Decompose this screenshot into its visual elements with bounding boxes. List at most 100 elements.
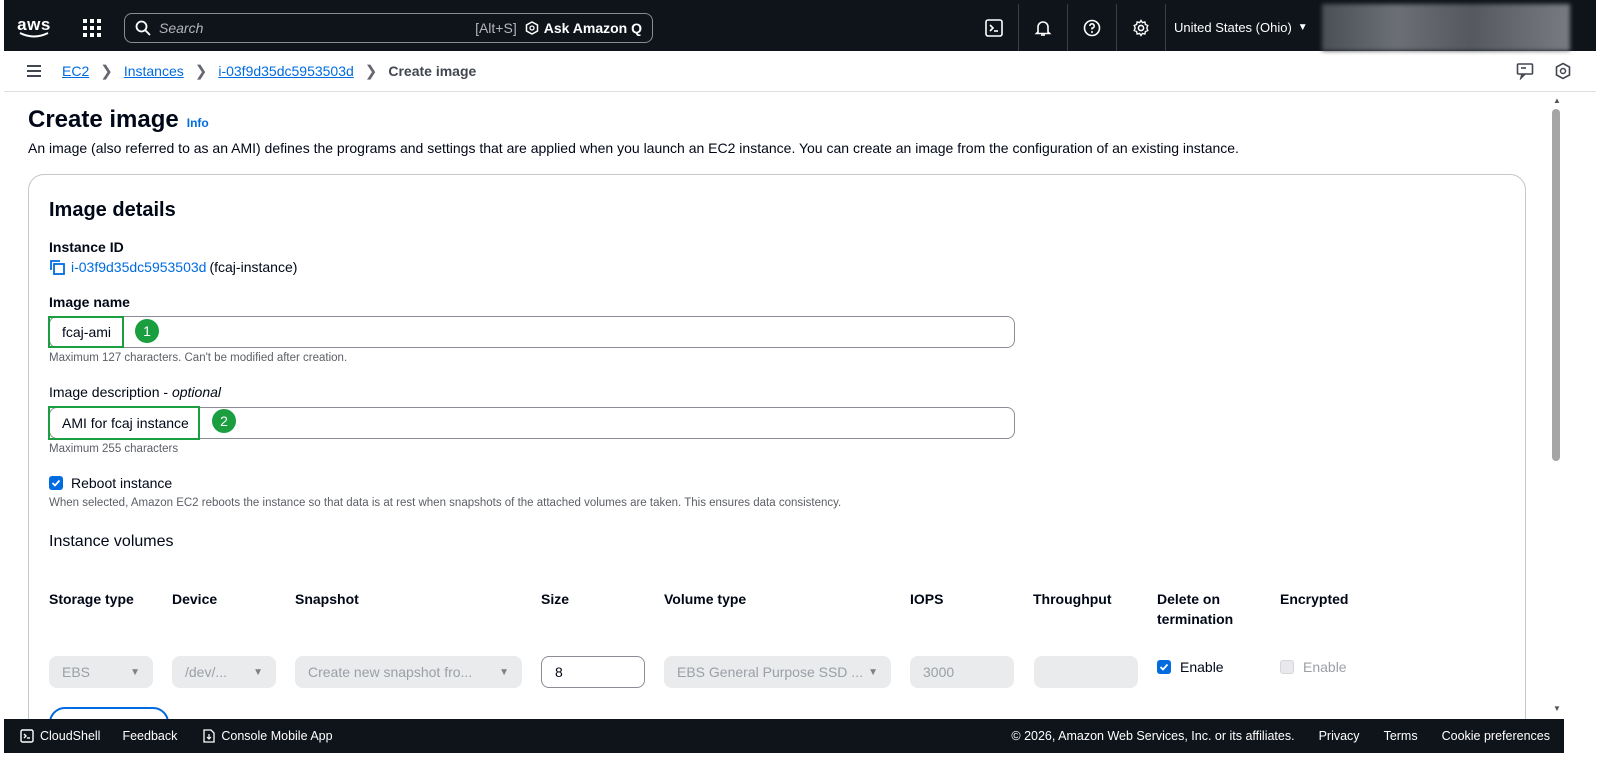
throughput-input[interactable]	[1034, 656, 1138, 688]
image-description-label: Image description - optional	[49, 384, 222, 400]
instance-name: (fcaj-instance)	[209, 259, 298, 275]
ask-amazon-q-label: Ask Amazon Q	[543, 20, 642, 36]
copy-icon[interactable]	[49, 259, 65, 275]
caret-down-icon: ▼	[1297, 22, 1308, 33]
image-description-label-text: Image description	[49, 384, 160, 400]
device-value: /dev/...	[185, 664, 228, 680]
feedback-panel-icon[interactable]	[1516, 62, 1534, 80]
checkbox-checked-icon	[49, 476, 63, 490]
gear-icon[interactable]	[1117, 4, 1166, 51]
chevron-right-icon: ❯	[194, 63, 208, 80]
cookie-preferences-link[interactable]: Cookie preferences	[1442, 729, 1550, 743]
caret-down-icon: ▼	[868, 666, 878, 678]
size-value: 8	[555, 664, 563, 680]
instance-volumes-heading: Instance volumes	[49, 533, 174, 550]
help-icon[interactable]	[1068, 4, 1117, 51]
search-shortcut: [Alt+S]	[475, 20, 517, 36]
snapshot-value: Create new snapshot fro...	[308, 664, 473, 680]
caret-down-icon: ▼	[253, 666, 263, 678]
optional-tag: optional	[171, 384, 222, 400]
services-grid-icon[interactable]	[74, 10, 110, 46]
footer-right: © 2026, Amazon Web Services, Inc. or its…	[1011, 729, 1564, 743]
delete-on-termination-checkbox[interactable]: Enable	[1157, 657, 1224, 677]
scroll-down-icon[interactable]: ▼	[1553, 704, 1561, 713]
instance-id-link[interactable]: i-03f9d35dc5953503d	[71, 259, 206, 275]
chevron-right-icon: ❯	[364, 63, 378, 80]
breadcrumb-instances[interactable]: Instances	[124, 63, 184, 79]
amazon-q-icon	[525, 21, 538, 35]
breadcrumb-actions	[1516, 62, 1572, 80]
info-link[interactable]: Info	[187, 116, 209, 130]
account-menu-redacted[interactable]	[1322, 4, 1570, 51]
search-input[interactable]: Search [Alt+S] Ask Amazon Q	[124, 13, 653, 43]
section-heading: Image details	[49, 199, 176, 221]
col-throughput: Throughput	[1033, 591, 1112, 607]
storage-type-select[interactable]: EBS ▼	[49, 656, 153, 688]
caret-down-icon: ▼	[130, 666, 140, 678]
scroll-up-icon[interactable]: ▲	[1553, 96, 1561, 105]
col-delete-on-termination: Delete on termination	[1157, 591, 1234, 627]
amazon-q-panel-icon[interactable]	[1554, 62, 1572, 80]
image-name-hint: Maximum 127 characters. Can't be modifie…	[49, 352, 348, 364]
col-iops: IOPS	[910, 591, 944, 607]
search-icon	[135, 20, 151, 36]
feedback-link[interactable]: Feedback	[122, 729, 177, 743]
aws-logo[interactable]: aws	[4, 14, 64, 38]
privacy-link[interactable]: Privacy	[1319, 729, 1360, 743]
breadcrumb-instance-id[interactable]: i-03f9d35dc5953503d	[218, 63, 353, 79]
image-details-panel: Image details Instance ID i-03f9d35dc595…	[28, 174, 1526, 719]
iops-input[interactable]: 3000	[910, 656, 1014, 688]
image-name-label: Image name	[49, 294, 130, 310]
col-storage-type: Storage type	[49, 591, 134, 607]
cloudshell-link[interactable]: CloudShell	[20, 729, 100, 743]
copyright: © 2026, Amazon Web Services, Inc. or its…	[1011, 729, 1295, 743]
search-placeholder: Search	[159, 20, 204, 36]
snapshot-select[interactable]: Create new snapshot fro... ▼	[295, 656, 522, 688]
cloudshell-label: CloudShell	[40, 729, 101, 743]
region-label: United States (Ohio)	[1174, 20, 1292, 35]
mobile-app-icon	[203, 729, 216, 743]
device-select[interactable]: /dev/... ▼	[172, 656, 276, 688]
aws-logo-text: aws	[17, 14, 51, 34]
ask-amazon-q-button[interactable]: Ask Amazon Q	[525, 20, 642, 36]
highlight-box	[48, 406, 200, 440]
scrollbar[interactable]: ▲ ▼	[1550, 92, 1564, 719]
breadcrumb: EC2 ❯ Instances ❯ i-03f9d35dc5953503d ❯ …	[62, 62, 476, 80]
encrypted-label: Enable	[1303, 659, 1347, 675]
main-content: Create image Info An image (also referre…	[4, 92, 1552, 719]
bell-icon[interactable]	[1019, 4, 1068, 51]
col-size: Size	[541, 591, 570, 607]
caret-down-icon: ▼	[499, 666, 509, 678]
image-description-hint: Maximum 255 characters	[49, 443, 179, 455]
scrollbar-thumb[interactable]	[1552, 109, 1560, 461]
cloudshell-icon[interactable]	[970, 4, 1019, 51]
volume-type-select[interactable]: EBS General Purpose SSD ... ▼	[664, 656, 891, 688]
console-mobile-app-link[interactable]: Console Mobile App	[203, 729, 333, 743]
step-badge: 1	[135, 319, 159, 343]
delete-on-termination-label: Enable	[1180, 659, 1224, 675]
checkbox-unchecked-icon	[1280, 660, 1294, 674]
mobile-app-label: Console Mobile App	[221, 729, 333, 743]
reboot-checkbox[interactable]: Reboot instance	[49, 475, 172, 491]
page-title: Create image	[28, 106, 179, 133]
breadcrumb-current: Create image	[388, 63, 477, 79]
size-input[interactable]: 8	[541, 656, 645, 688]
terms-link[interactable]: Terms	[1384, 729, 1418, 743]
breadcrumb-ec2[interactable]: EC2	[62, 63, 89, 79]
image-name-input[interactable]: fcaj-ami	[49, 316, 1015, 348]
region-selector[interactable]: United States (Ohio) ▼	[1174, 4, 1308, 51]
highlight-box	[48, 316, 124, 348]
page-header: Create image Info	[28, 106, 209, 134]
encrypted-checkbox[interactable]: Enable	[1280, 657, 1347, 677]
col-snapshot: Snapshot	[295, 591, 359, 607]
storage-type-value: EBS	[62, 664, 91, 680]
add-volume-button[interactable]	[49, 707, 169, 719]
page-description: An image (also referred to as an AMI) de…	[28, 140, 1239, 156]
instance-id-label: Instance ID	[49, 239, 124, 255]
iops-value: 3000	[923, 664, 955, 680]
menu-icon[interactable]	[26, 64, 56, 78]
chevron-right-icon: ❯	[100, 63, 113, 80]
col-device: Device	[172, 591, 218, 607]
col-encrypted: Encrypted	[1280, 591, 1349, 607]
footer: CloudShell Feedback Console Mobile App ©…	[4, 719, 1564, 753]
